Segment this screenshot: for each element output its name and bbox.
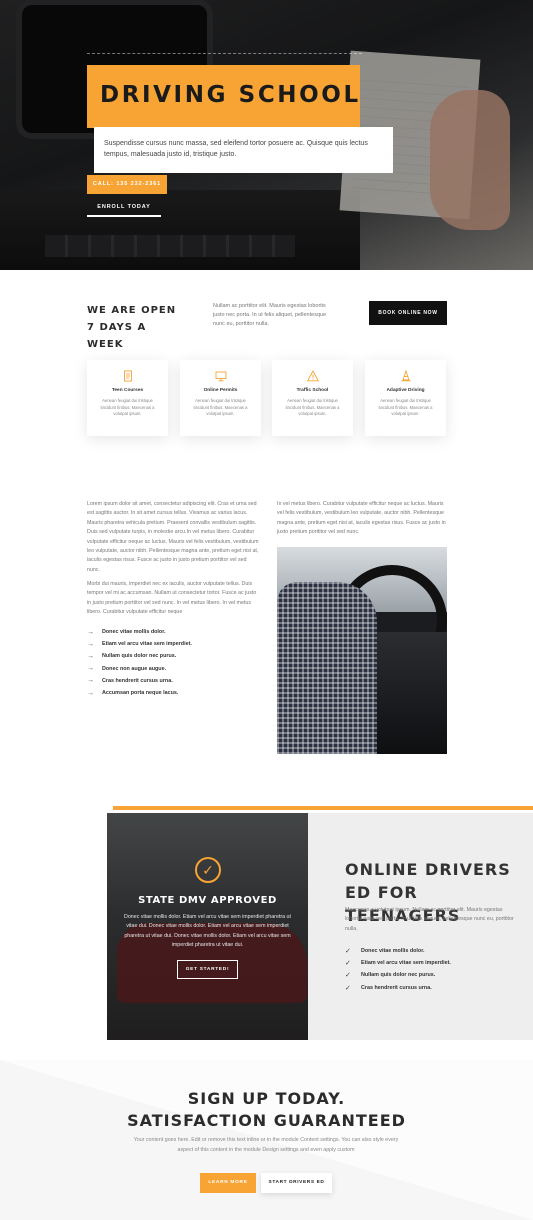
list-item: ✓ Donec vitae mollis dolor. (345, 948, 425, 956)
arrow-right-icon: → (87, 652, 94, 660)
list-item: → Accumsan porta neque lacus. (87, 689, 179, 697)
service-title: Traffic School (296, 388, 329, 393)
list-item: ✓ Cras hendrerit cursus urna. (345, 984, 432, 992)
service-card-adaptive-driving[interactable]: Adaptive Driving Aenean feugiat dui tris… (365, 360, 446, 436)
hero-description: Suspendisse cursus nunc massa, sed eleif… (94, 127, 393, 173)
service-card-online-permits[interactable]: Online Permits Aenean feugiat dui tristi… (180, 360, 261, 436)
checkmark-circle-icon: ✓ (195, 857, 221, 883)
service-text: Aenean feugiat dui tristique tincidunt f… (193, 398, 248, 416)
accent-bar (113, 806, 533, 810)
dmv-title: STATE DMV APPROVED (138, 895, 277, 906)
list-item: → Cras hendrerit cursus urna. (87, 677, 173, 685)
check-icon: ✓ (345, 972, 351, 980)
arrow-right-icon: → (87, 665, 94, 673)
monitor-icon (215, 371, 226, 382)
list-item: → Donec vitae mollis dolor. (87, 628, 166, 636)
list-item: → Donec non augue augue. (87, 665, 167, 673)
driver-photo (277, 547, 447, 754)
signup-text: Your content goes here. Edit or remove t… (133, 1137, 399, 1153)
arrow-right-icon: → (87, 677, 94, 685)
check-icon: ✓ (345, 948, 351, 956)
service-title: Online Permits (203, 388, 238, 393)
hero-title: DRIVING SCHOOL (100, 82, 361, 108)
learn-more-button[interactable]: LEARN MORE (200, 1173, 256, 1193)
signup-heading: SIGN UP TODAY. SATISFACTION GUARANTEED (127, 1089, 406, 1130)
drivers-ed-text: Maecenas a volutpat ipsum. Nullam ac por… (345, 907, 514, 932)
list-item: → Nullam quis dolor nec purus. (87, 652, 177, 660)
arrow-right-icon: → (87, 689, 94, 697)
start-drivers-ed-button[interactable]: START DRIVERS ED (261, 1173, 332, 1193)
dmv-text: Donec vitae mollis dolor. Etiam vel arcu… (124, 914, 291, 949)
open-hours-text: Nullam ac porttitor elit. Mauris egestas… (213, 303, 327, 327)
open-hours-heading: WE ARE OPEN 7 DAYS A WEEK (87, 305, 177, 350)
call-button[interactable]: CALL: 135 232-2361 (87, 175, 167, 194)
service-text: Aenean feugiat dui tristique tincidunt f… (100, 398, 155, 416)
content-checklist: → Donec vitae mollis dolor. → Etiam vel ar… (87, 626, 257, 699)
hero-section: DRIVING SCHOOL Suspendisse cursus nunc m… (0, 0, 533, 270)
drivers-ed-checklist: ✓ Donec vitae mollis dolor. ✓ Etiam vel ar… (345, 945, 515, 994)
service-title: Teen Courses (111, 388, 144, 393)
get-started-button[interactable]: GET STARTED! (177, 960, 238, 979)
warning-sign-icon (306, 370, 319, 382)
list-item: → Etiam vel arcu vitae sem imperdiet. (87, 640, 192, 648)
list-item: ✓ Nullam quis dolor nec purus. (345, 972, 436, 980)
service-title: Adaptive Driving (386, 388, 425, 393)
document-icon (123, 370, 132, 382)
content-left-paragraph-2: Morbi dui mauris, imperdiet nec ex iacul… (87, 581, 257, 616)
arrow-right-icon: → (87, 628, 94, 636)
hero-divider (87, 53, 362, 54)
service-card-teen-courses[interactable]: Teen Courses Aenean feugiat dui tristiqu… (87, 360, 168, 436)
dmv-approved-panel: ✓ STATE DMV APPROVED Donec vitae mollis … (107, 813, 308, 1040)
content-right-paragraph: In vel metus libero. Curabitur vulputate… (277, 501, 446, 536)
content-left-paragraph-1: Lorem ipsum dolor sit amet, consectetur … (87, 501, 259, 573)
service-text: Aenean feugiat dui tristique tincidunt f… (378, 398, 433, 416)
book-online-button[interactable]: BOOK ONLINE NOW (369, 301, 447, 325)
service-text: Aenean feugiat dui tristique tincidunt f… (285, 398, 340, 416)
service-card-traffic-school[interactable]: Traffic School Aenean feugiat dui tristi… (272, 360, 353, 436)
enroll-today-link[interactable]: ENROLL TODAY (87, 199, 161, 217)
arrow-right-icon: → (87, 640, 94, 648)
list-item: ✓ Etiam vel arcu vitae sem imperdiet. (345, 960, 451, 968)
check-icon: ✓ (345, 960, 351, 968)
check-icon: ✓ (345, 984, 351, 992)
traffic-cone-icon (401, 370, 410, 382)
